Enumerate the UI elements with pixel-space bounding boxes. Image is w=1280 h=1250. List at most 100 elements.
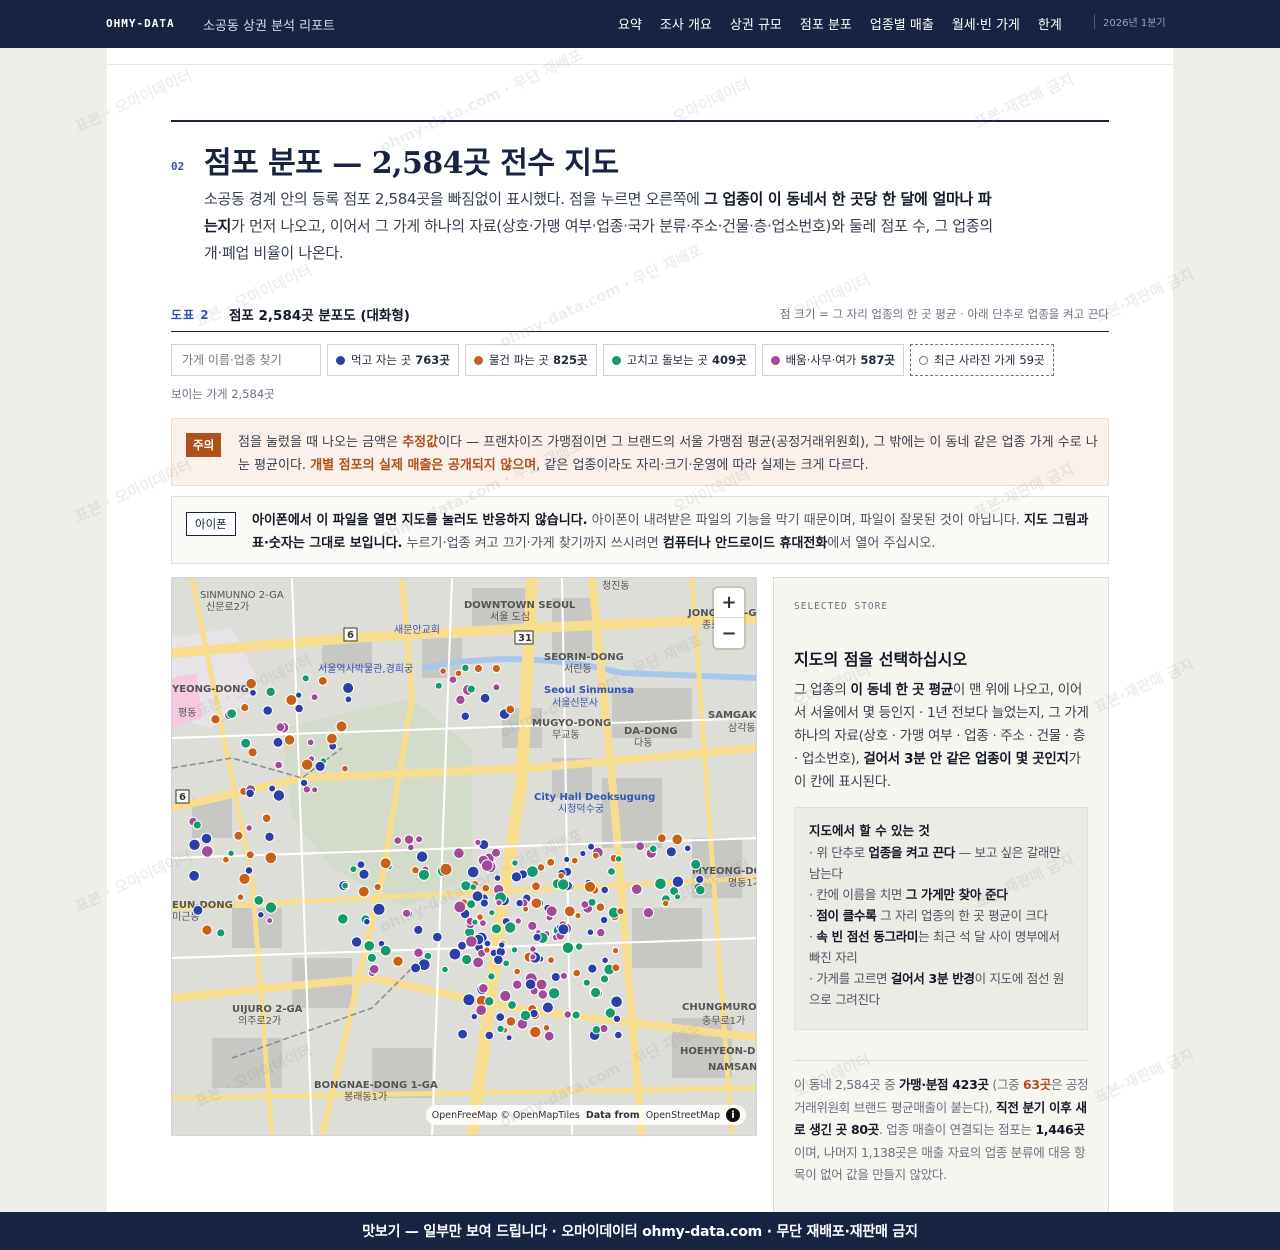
attribution-osm[interactable]: OpenStreetMap [646, 1110, 720, 1121]
store-dot[interactable] [479, 692, 491, 704]
nav-sales-by-industry[interactable]: 업종별 매출 [870, 14, 934, 33]
store-dot[interactable] [470, 1012, 478, 1021]
filter-closed-stores-button[interactable]: 최근 사라진 가게 59곳 [909, 344, 1054, 376]
store-dot[interactable] [542, 1024, 551, 1032]
store-dot[interactable] [301, 674, 310, 683]
store-dot[interactable] [510, 946, 519, 954]
store-dot[interactable] [492, 683, 501, 692]
store-dot[interactable] [498, 941, 506, 949]
store-dot[interactable] [479, 898, 489, 908]
store-dot[interactable] [326, 732, 338, 745]
store-dot[interactable] [335, 720, 348, 733]
store-dot[interactable] [586, 928, 595, 937]
store-dot[interactable] [612, 1014, 622, 1023]
store-dot[interactable] [559, 971, 568, 980]
store-dot[interactable] [311, 786, 319, 794]
store-dot[interactable] [526, 865, 539, 879]
store-dot[interactable] [610, 995, 623, 1009]
store-dot[interactable] [491, 847, 501, 858]
store-dot[interactable] [457, 1028, 469, 1040]
store-dot[interactable] [466, 865, 480, 879]
store-dot[interactable] [413, 924, 424, 935]
store-dot[interactable] [547, 956, 555, 965]
store-dot[interactable] [529, 953, 537, 961]
store-dot[interactable] [614, 855, 623, 863]
store-dot[interactable] [656, 833, 667, 844]
store-dot[interactable] [460, 711, 470, 721]
store-dot[interactable] [661, 899, 670, 908]
store-dot[interactable] [392, 955, 404, 967]
store-dot[interactable] [410, 962, 422, 974]
store-dot[interactable] [274, 760, 283, 770]
nav-rent-vacancy[interactable]: 월세·빈 가게 [952, 14, 1020, 33]
store-dot[interactable] [373, 882, 382, 892]
store-dot[interactable] [527, 920, 538, 931]
store-dot[interactable] [236, 893, 245, 902]
store-dot[interactable] [519, 1009, 532, 1022]
store-dot[interactable] [222, 855, 230, 864]
store-dot[interactable] [616, 907, 625, 916]
store-dot[interactable] [439, 667, 447, 675]
filter-education-office-leisure-button[interactable]: 배움·사무·여가 587곳 [761, 344, 904, 376]
store-dot[interactable] [453, 900, 467, 914]
store-dot[interactable] [432, 931, 443, 943]
store-dot[interactable] [642, 907, 655, 919]
store-dot[interactable] [582, 978, 591, 987]
store-dot[interactable] [379, 857, 392, 870]
store-dot[interactable] [379, 944, 392, 957]
store-dot[interactable] [233, 830, 244, 841]
store-dot[interactable] [654, 877, 667, 891]
store-search-input[interactable] [171, 344, 321, 376]
store-dot[interactable] [358, 868, 370, 880]
store-dot[interactable] [245, 677, 257, 690]
store-dot[interactable] [393, 836, 402, 845]
store-dot[interactable] [590, 986, 602, 999]
store-dot[interactable] [495, 899, 503, 907]
store-dot[interactable] [341, 764, 349, 773]
store-dot[interactable] [591, 1025, 602, 1035]
store-dot[interactable] [264, 901, 278, 914]
store-dot[interactable] [285, 694, 298, 706]
store-dot[interactable] [690, 858, 702, 870]
store-dot[interactable] [614, 1030, 623, 1040]
store-dot[interactable] [461, 663, 470, 673]
store-dot[interactable] [249, 688, 257, 697]
store-dot[interactable] [579, 849, 587, 858]
filter-food-lodging-button[interactable]: 먹고 자는 곳 763곳 [327, 344, 459, 376]
store-dot[interactable] [201, 845, 214, 858]
store-dot[interactable] [607, 867, 616, 876]
store-dot[interactable] [264, 831, 275, 842]
store-dot[interactable] [407, 843, 415, 852]
store-dot[interactable] [402, 908, 412, 918]
store-dot[interactable] [317, 676, 328, 686]
store-dot[interactable] [349, 865, 358, 874]
store-dot[interactable] [695, 874, 705, 884]
store-dot[interactable] [461, 953, 473, 966]
brand-logo[interactable]: OHMY-DATA [106, 17, 175, 30]
nav-store-distribution[interactable]: 점포 분포 [800, 14, 852, 33]
store-dot[interactable] [512, 979, 523, 990]
store-dot[interactable] [563, 1010, 572, 1019]
store-dot[interactable] [571, 1010, 581, 1020]
store-dot[interactable] [683, 844, 692, 853]
store-dot[interactable] [491, 663, 501, 674]
store-dot[interactable] [599, 974, 610, 984]
store-dot[interactable] [630, 883, 643, 896]
store-dot[interactable] [366, 952, 377, 963]
nav-summary[interactable]: 요약 [618, 14, 642, 33]
store-dot[interactable] [574, 912, 582, 920]
store-dot[interactable] [543, 1030, 555, 1042]
store-dot[interactable] [423, 951, 433, 961]
store-dot[interactable] [245, 824, 253, 832]
store-dot[interactable] [457, 940, 467, 951]
store-dot[interactable] [201, 924, 213, 936]
store-dot[interactable] [283, 734, 296, 746]
store-dot[interactable] [210, 714, 221, 725]
store-dot[interactable] [601, 956, 609, 965]
store-dot[interactable] [591, 851, 600, 860]
store-dot[interactable] [448, 947, 462, 961]
store-dot[interactable] [238, 872, 251, 885]
store-dot[interactable] [272, 736, 284, 748]
store-dot[interactable] [561, 941, 575, 954]
store-dot[interactable] [484, 996, 495, 1007]
